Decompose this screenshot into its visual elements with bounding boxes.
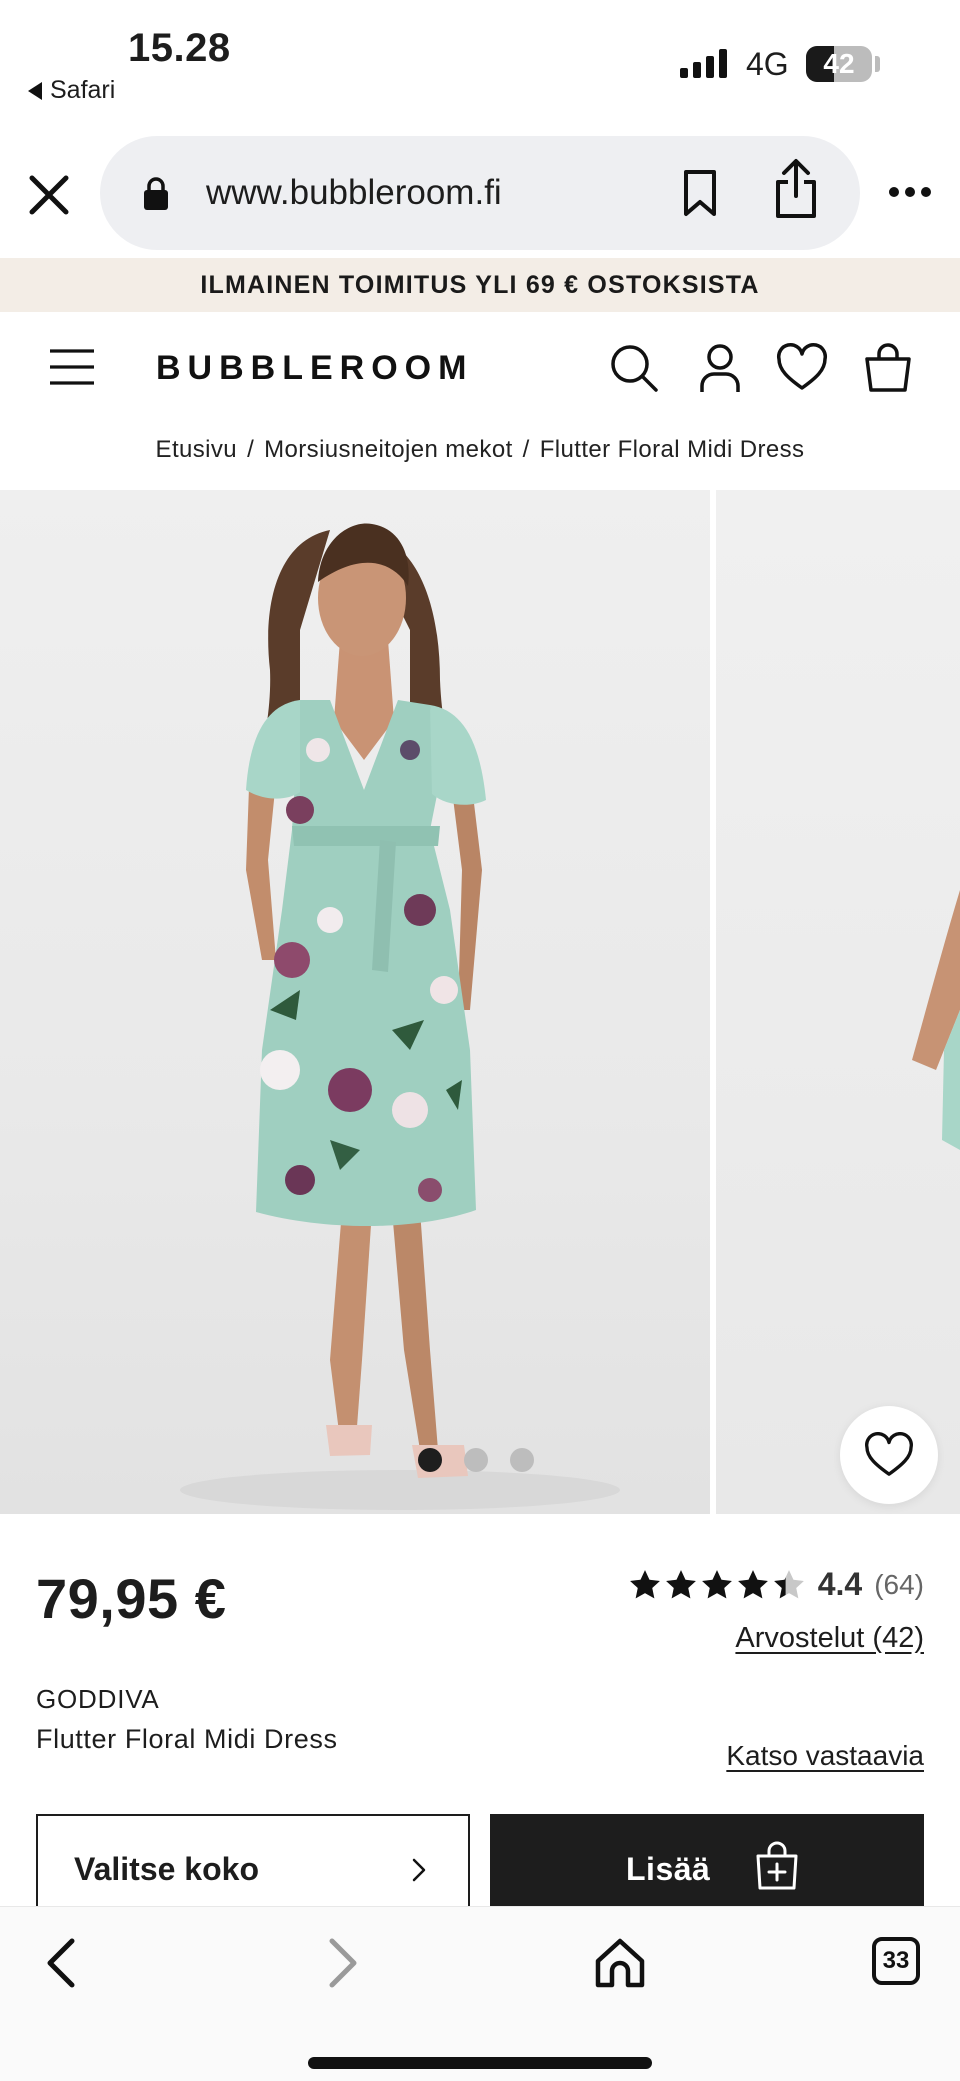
rating-value: 4.4 <box>817 1566 863 1602</box>
battery-icon: 42 <box>806 46 872 82</box>
product-rating[interactable]: 4.4 (64) <box>628 1566 924 1603</box>
signal-icon <box>680 48 727 78</box>
reviews-link[interactable]: Arvostelut (42) <box>735 1622 924 1655</box>
account-icon[interactable] <box>694 342 746 394</box>
network-type: 4G <box>746 46 789 82</box>
bookmark-icon[interactable] <box>680 168 720 218</box>
tabs-icon[interactable]: 33 <box>872 1937 920 1985</box>
similar-products-link[interactable]: Katso vastaavia <box>726 1740 924 1772</box>
product-name: Flutter Floral Midi Dress <box>36 1724 338 1754</box>
breadcrumb: Etusivu / Morsiusneitojen mekot / Flutte… <box>0 424 960 476</box>
back-app-label: Safari <box>50 76 116 104</box>
star-icon <box>701 1569 732 1598</box>
bag-plus-icon <box>756 1841 798 1890</box>
close-icon[interactable] <box>22 168 76 222</box>
status-time: 15.28 <box>128 26 231 70</box>
star-icon <box>737 1569 768 1598</box>
star-icon <box>665 1569 696 1598</box>
address-bar[interactable]: www.bubbleroom.fi <box>100 136 860 250</box>
battery-cap <box>875 56 880 72</box>
breadcrumb-separator: / <box>522 436 530 463</box>
model-photo-partial <box>912 890 960 1150</box>
product-price: 79,95 € <box>36 1567 227 1630</box>
model-photo <box>180 523 620 1510</box>
site-logo[interactable]: BUBBLEROOM <box>156 312 473 424</box>
status-bar: 15.28 Safari 4G 42 <box>0 0 960 128</box>
home-indicator <box>308 2057 652 2069</box>
battery-level: 42 <box>823 48 855 79</box>
menu-icon[interactable] <box>48 348 96 386</box>
add-to-wishlist-button[interactable] <box>840 1406 938 1504</box>
breadcrumb-separator: / <box>247 436 255 463</box>
breadcrumb-home[interactable]: Etusivu <box>156 436 238 464</box>
gallery-pagination <box>418 1448 534 1472</box>
breadcrumb-category[interactable]: Morsiusneitojen mekot <box>264 436 513 464</box>
lock-icon <box>144 177 168 210</box>
browser-toolbar: 33 <box>0 1906 960 2081</box>
breadcrumb-current: Flutter Floral Midi Dress <box>539 436 805 463</box>
product-brand[interactable]: GODDIVA <box>36 1684 160 1715</box>
free-shipping-banner[interactable]: ILMAINEN TOIMITUS YLI 69 € OSTOKSISTA <box>0 258 960 312</box>
gallery-dot[interactable] <box>464 1448 488 1472</box>
heart-icon <box>865 1432 913 1476</box>
product-image-next[interactable] <box>716 490 960 1514</box>
back-icon[interactable] <box>36 1935 92 1991</box>
gallery-dot[interactable] <box>510 1448 534 1472</box>
star-icon <box>629 1569 660 1598</box>
back-triangle-icon <box>28 81 42 100</box>
star-icon <box>773 1569 804 1598</box>
browser-address-row: www.bubbleroom.fi <box>0 128 960 256</box>
home-icon[interactable] <box>592 1935 648 1991</box>
product-gallery[interactable] <box>0 490 960 1514</box>
search-icon[interactable] <box>608 342 660 394</box>
cart-icon[interactable] <box>862 342 914 394</box>
forward-icon[interactable] <box>312 1935 368 1991</box>
more-icon[interactable] <box>888 184 932 200</box>
wishlist-icon[interactable] <box>776 342 828 394</box>
product-image-main[interactable] <box>0 490 710 1514</box>
back-to-app-link[interactable]: Safari <box>28 76 115 105</box>
gallery-dot[interactable] <box>418 1448 442 1472</box>
url-text[interactable]: www.bubbleroom.fi <box>206 136 502 250</box>
share-icon[interactable] <box>772 158 820 220</box>
chevron-right-icon <box>412 1858 426 1882</box>
rating-stars <box>628 1568 806 1602</box>
rating-count: (64) <box>874 1568 924 1600</box>
site-header: BUBBLEROOM <box>0 312 960 424</box>
